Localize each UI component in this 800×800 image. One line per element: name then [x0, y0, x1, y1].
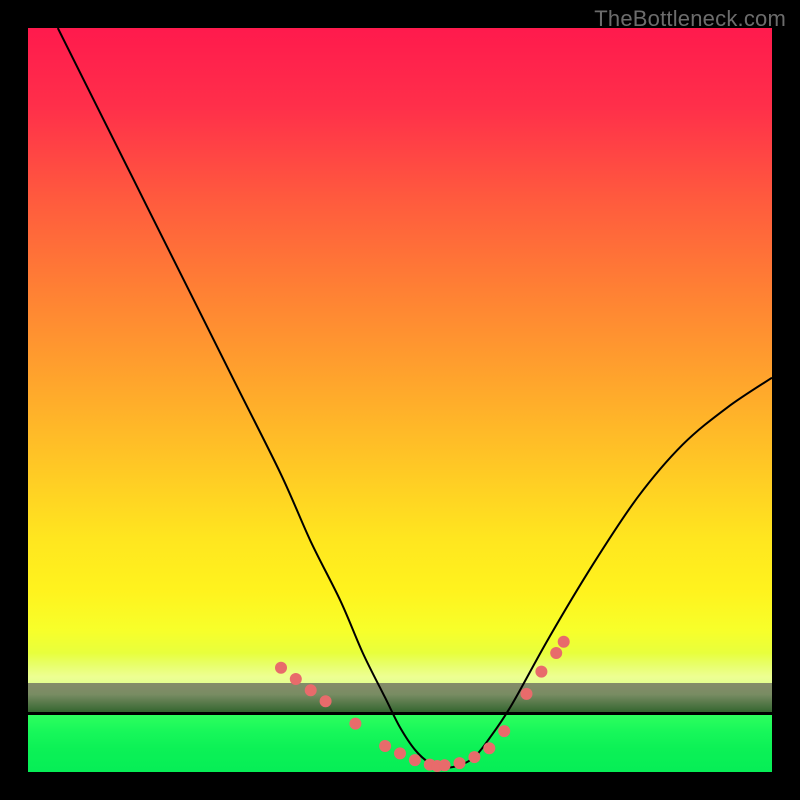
plot-area	[28, 28, 772, 772]
chart-frame: TheBottleneck.com	[0, 0, 800, 800]
green-band	[28, 715, 772, 772]
gradient-haze	[28, 653, 772, 713]
gradient-background	[28, 28, 772, 683]
watermark-text: TheBottleneck.com	[594, 6, 786, 32]
